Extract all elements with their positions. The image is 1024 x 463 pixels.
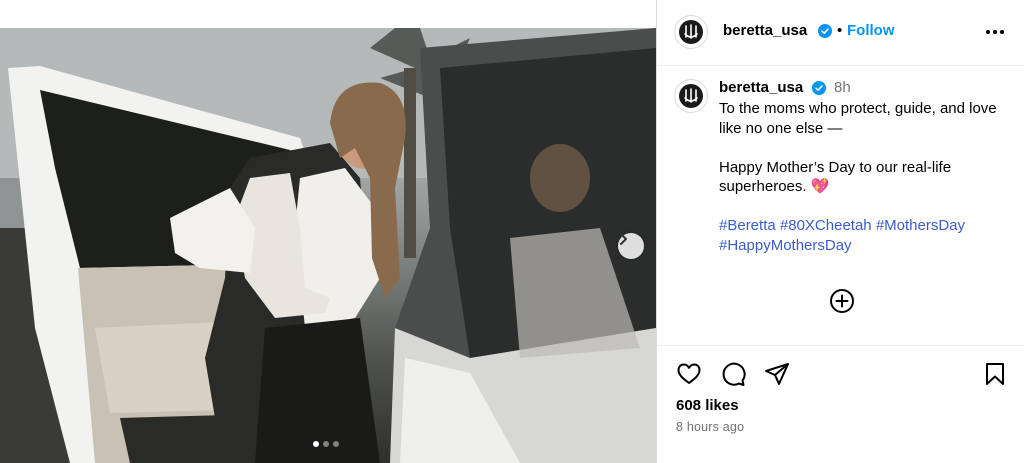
post-side-panel: beretta_usa • Follow beretta_usa 8h To t… (656, 0, 1024, 463)
post-timestamp[interactable]: 8 hours ago (676, 420, 744, 434)
caption-line-2: Happy Mother’s Day to our real-life supe… (719, 158, 952, 196)
avatar[interactable] (674, 15, 708, 49)
follow-button[interactable]: Follow (847, 22, 895, 39)
post-photo (0, 28, 656, 463)
carousel-dots (313, 441, 339, 447)
dot (993, 30, 997, 34)
dot (1000, 30, 1004, 34)
next-image-button[interactable] (618, 233, 644, 259)
top-strip (0, 0, 656, 28)
hashtag-link[interactable]: #HappyMothersDay (719, 237, 852, 254)
post-media[interactable] (0, 28, 656, 463)
post-time-short[interactable]: 8h (834, 79, 851, 96)
beretta-logo-icon (679, 84, 703, 108)
heart-icon[interactable] (675, 360, 703, 388)
caption-area: beretta_usa 8h To the moms who protect, … (657, 66, 1024, 345)
username[interactable]: beretta_usa (723, 22, 807, 39)
caption-avatar[interactable] (674, 79, 708, 113)
hashtag-link[interactable]: #80XCheetah (780, 217, 872, 234)
send-icon[interactable] (763, 360, 791, 388)
verified-badge-icon (818, 24, 832, 38)
caption-line-1: To the moms who protect, guide, and love… (719, 100, 997, 137)
comment-icon[interactable] (719, 360, 747, 388)
caption-username[interactable]: beretta_usa (719, 79, 803, 96)
hashtag-link[interactable]: #MothersDay (876, 217, 965, 234)
carousel-dot (323, 441, 329, 447)
hashtag-link[interactable]: #Beretta (719, 217, 776, 234)
chevron-right-icon (620, 233, 627, 245)
beretta-logo-icon (679, 20, 703, 44)
carousel-dot (333, 441, 339, 447)
likes-count[interactable]: 608 likes (676, 397, 739, 414)
verified-badge-icon (812, 81, 826, 95)
more-options-icon[interactable] (983, 21, 1007, 43)
bookmark-icon[interactable] (981, 360, 1009, 388)
post-header: beretta_usa • Follow (657, 0, 1024, 66)
add-circle-icon[interactable] (829, 288, 855, 314)
carousel-dot-active (313, 441, 319, 447)
separator-dot: • (837, 22, 843, 39)
caption-text: To the moms who protect, guide, and love… (719, 99, 1009, 255)
post-actions: 608 likes 8 hours ago (657, 345, 1024, 463)
hashtags: #Beretta #80XCheetah #MothersDay #HappyM… (719, 216, 1009, 255)
dot (986, 30, 990, 34)
